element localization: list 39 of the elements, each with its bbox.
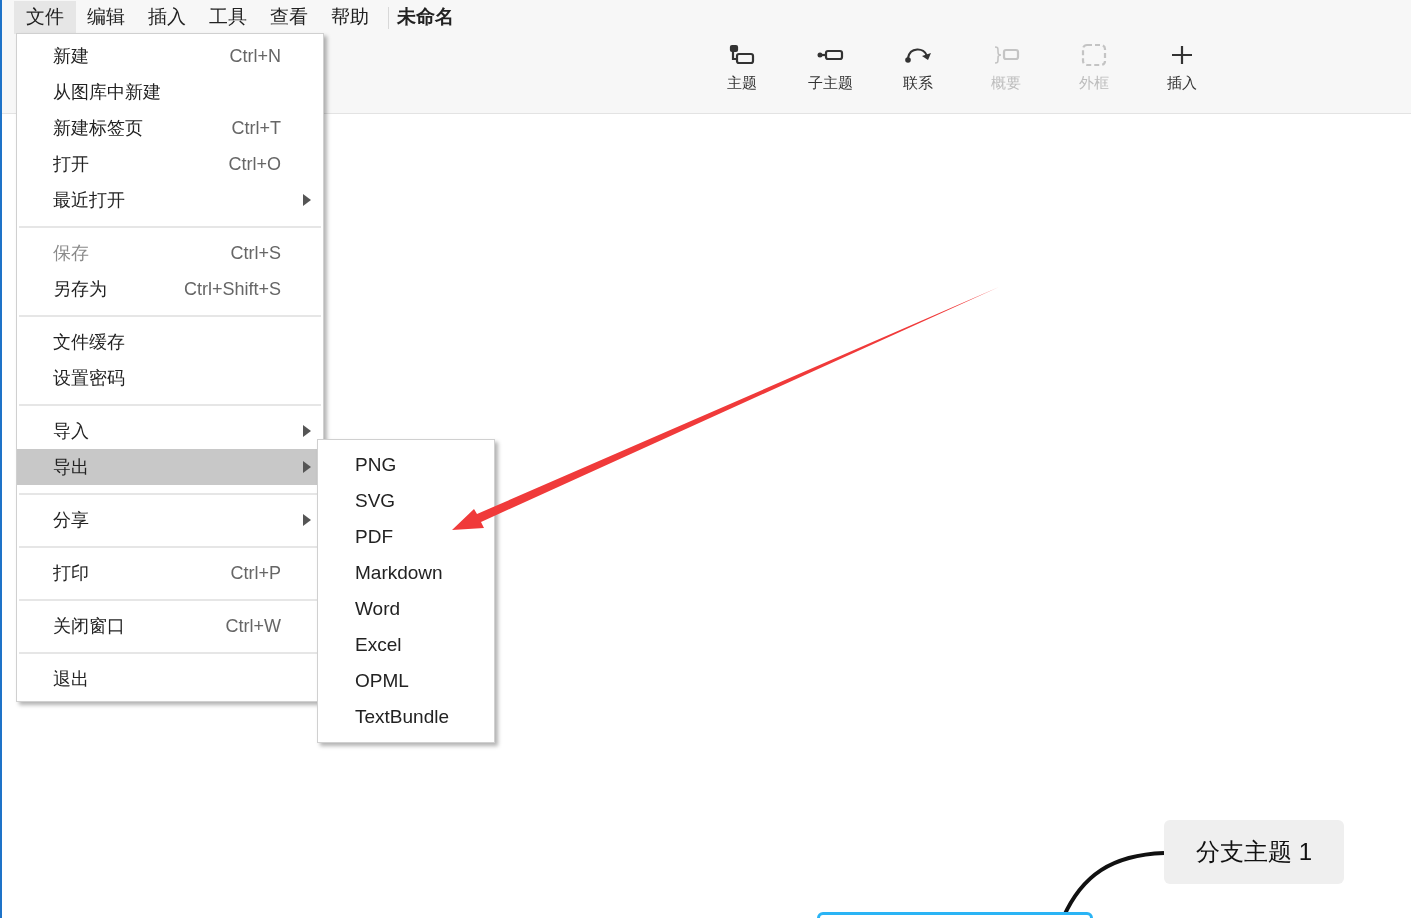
shortcut-label: Ctrl+T [231,116,281,140]
branch-topic-node[interactable]: 分支主题 1 [1164,820,1344,884]
menu-item[interactable]: 从图库中新建 [17,74,323,110]
submenu-caret-icon [303,194,311,206]
menubar-item[interactable]: 编辑 [75,1,137,34]
submenu-item[interactable]: OPML [318,663,494,699]
topic-icon [727,43,757,67]
menu-item[interactable]: 打开 Ctrl+O [17,146,323,182]
submenu-item[interactable]: Word [318,591,494,627]
submenu-caret-icon [303,514,311,526]
menubar-item[interactable]: 文件 [14,1,76,34]
shortcut-label: Ctrl+O [228,152,281,176]
menu-item[interactable]: 导入 [17,413,323,449]
submenu-item[interactable]: Excel [318,627,494,663]
menu-item[interactable]: 新建标签页 Ctrl+T [17,110,323,146]
menubar-item[interactable]: 查看 [258,1,320,34]
toolbar-button[interactable]: 子主题 [786,43,874,105]
menubar-item[interactable]: 帮助 [319,1,381,34]
shortcut-label: Ctrl+P [230,561,281,585]
shortcut-label: Ctrl+N [229,44,281,68]
toolbar-button[interactable]: 联系 [874,43,962,105]
menu-item[interactable]: 另存为 Ctrl+Shift+S [17,271,323,307]
menu-item[interactable]: 设置密码 [17,360,323,396]
toolbar-button[interactable]: 插入 [1138,43,1226,105]
toolbar-button[interactable]: 主题 [698,43,786,105]
menubar-item[interactable]: 插入 [136,1,198,34]
menu-item[interactable]: 最近打开 [17,182,323,218]
menubar-item[interactable]: 工具 [197,1,259,34]
document-title: 未命名 [397,5,454,30]
submenu-caret-icon [303,425,311,437]
menu-item[interactable]: 新建 Ctrl+N [17,38,323,74]
shortcut-label: Ctrl+S [230,241,281,265]
submenu-item[interactable]: Markdown [318,555,494,591]
dashed-frame-icon [1079,43,1109,67]
submenu-item[interactable]: TextBundle [318,699,494,735]
submenu-caret-icon [303,461,311,473]
shortcut-label: Ctrl+W [225,614,281,638]
shortcut-label: Ctrl+Shift+S [183,277,281,301]
menu-item[interactable]: 文件缓存 [17,324,323,360]
